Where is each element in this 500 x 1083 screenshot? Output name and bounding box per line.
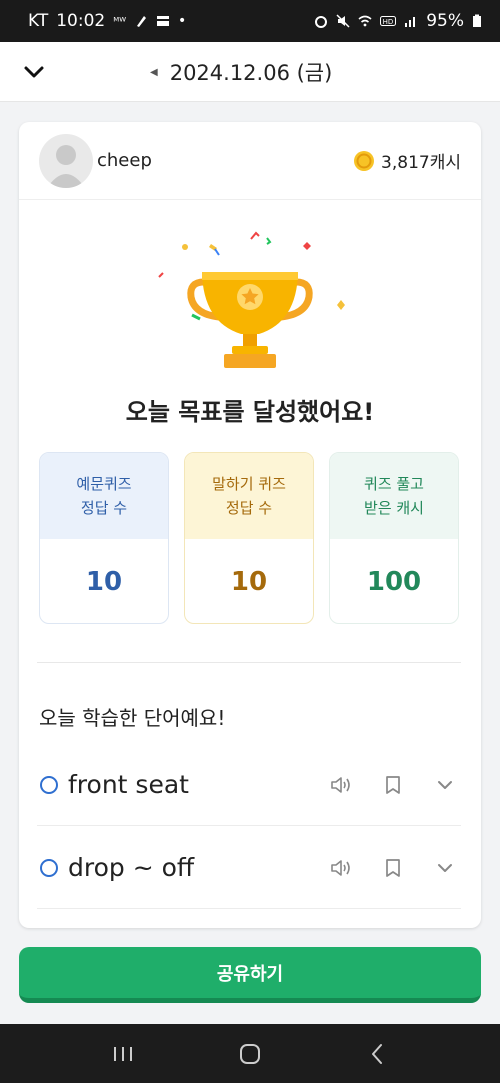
stat-value: 100 <box>366 567 422 597</box>
previous-date-icon[interactable]: ◀ <box>150 67 158 78</box>
chevron-down-icon <box>24 66 44 78</box>
bookmark-button[interactable] <box>381 856 405 880</box>
bookmark-icon <box>386 775 400 794</box>
quiz-correct-stat: 예문퀴즈 정답 수 10 <box>39 452 169 624</box>
network-tag: ᴹᵂ <box>113 14 127 28</box>
home-button[interactable] <box>230 1034 270 1074</box>
stat-value: 10 <box>85 567 123 597</box>
back-button[interactable] <box>357 1034 397 1074</box>
speaker-icon <box>331 859 350 876</box>
speaker-button[interactable] <box>329 773 353 797</box>
expand-button[interactable] <box>433 773 457 797</box>
word-text: front seat <box>68 770 189 799</box>
list-notification-icon <box>157 16 170 26</box>
expand-button[interactable] <box>433 856 457 880</box>
coin-icon <box>354 150 375 171</box>
status-bar: KT 10:02 ᴹᵂ • HD 95% <box>0 0 500 42</box>
cash-amount: 3,817캐시 <box>381 153 461 173</box>
correct-circle-icon <box>40 775 58 794</box>
stat-value: 10 <box>230 567 268 597</box>
earned-cash-stat: 퀴즈 풀고 받은 캐시 100 <box>329 452 459 624</box>
stat-label: 예문퀴즈 정답 수 <box>40 453 168 539</box>
word-text: drop ~ off <box>68 853 195 882</box>
wifi-icon <box>358 15 372 27</box>
back-arrow-icon <box>371 1043 382 1064</box>
username-label: cheep <box>97 150 152 171</box>
chevron-down-icon <box>438 863 452 872</box>
speaker-icon <box>331 776 350 793</box>
words-section-title: 오늘 학습한 단어예요! <box>39 706 226 730</box>
app-notification-icon <box>137 16 147 27</box>
recent-apps-button[interactable] <box>103 1034 143 1074</box>
goal-headline: 오늘 목표를 달성했어요! <box>125 398 375 426</box>
svg-text:HD: HD <box>383 18 394 26</box>
date-label: 2024.12.06 (금) <box>169 61 333 85</box>
profile-row: cheep 3,817캐시 <box>19 122 481 200</box>
battery-label: 95% <box>426 11 464 31</box>
divider <box>37 662 461 663</box>
result-card: cheep 3,817캐시 오늘 목표를 달성했어요! 예문퀴즈 정답 수 10… <box>19 122 481 928</box>
chevron-down-icon <box>438 780 452 789</box>
speaking-correct-stat: 말하기 퀴즈 정답 수 10 <box>184 452 314 624</box>
bookmark-icon <box>386 858 400 877</box>
stats-row: 예문퀴즈 정답 수 10 말하기 퀴즈 정답 수 10 퀴즈 풀고 받은 캐시 … <box>39 452 459 624</box>
top-bar: ◀ 2024.12.06 (금) <box>0 42 500 102</box>
stat-label: 말하기 퀴즈 정답 수 <box>185 453 313 539</box>
speaker-button[interactable] <box>329 856 353 880</box>
stat-label: 퀴즈 풀고 받은 캐시 <box>330 453 458 539</box>
battery-icon <box>473 14 481 27</box>
collapse-button[interactable] <box>18 56 50 88</box>
word-row-front-seat[interactable]: front seat <box>37 744 461 826</box>
home-icon <box>239 1043 260 1064</box>
trophy-illustration <box>158 231 345 368</box>
default-user-icon <box>47 144 85 188</box>
correct-circle-icon <box>40 858 58 877</box>
hd-icon: HD <box>380 16 397 26</box>
mute-icon <box>336 14 350 28</box>
more-notifications-dot: • <box>178 13 187 29</box>
cash-balance: 3,817캐시 <box>353 148 461 173</box>
word-row-drop-off[interactable]: drop ~ off <box>37 827 461 909</box>
system-nav-bar <box>0 1024 500 1083</box>
avatar <box>39 133 93 188</box>
date-selector[interactable]: ◀ 2024.12.06 (금) <box>150 56 332 88</box>
carrier-label: KT <box>28 11 49 31</box>
time-label: 10:02 <box>56 11 106 31</box>
alarm-icon <box>315 16 328 28</box>
bookmark-button[interactable] <box>381 773 405 797</box>
recent-apps-icon <box>114 1046 133 1061</box>
share-button[interactable]: 공유하기 <box>19 947 481 1003</box>
signal-icon <box>405 17 416 27</box>
